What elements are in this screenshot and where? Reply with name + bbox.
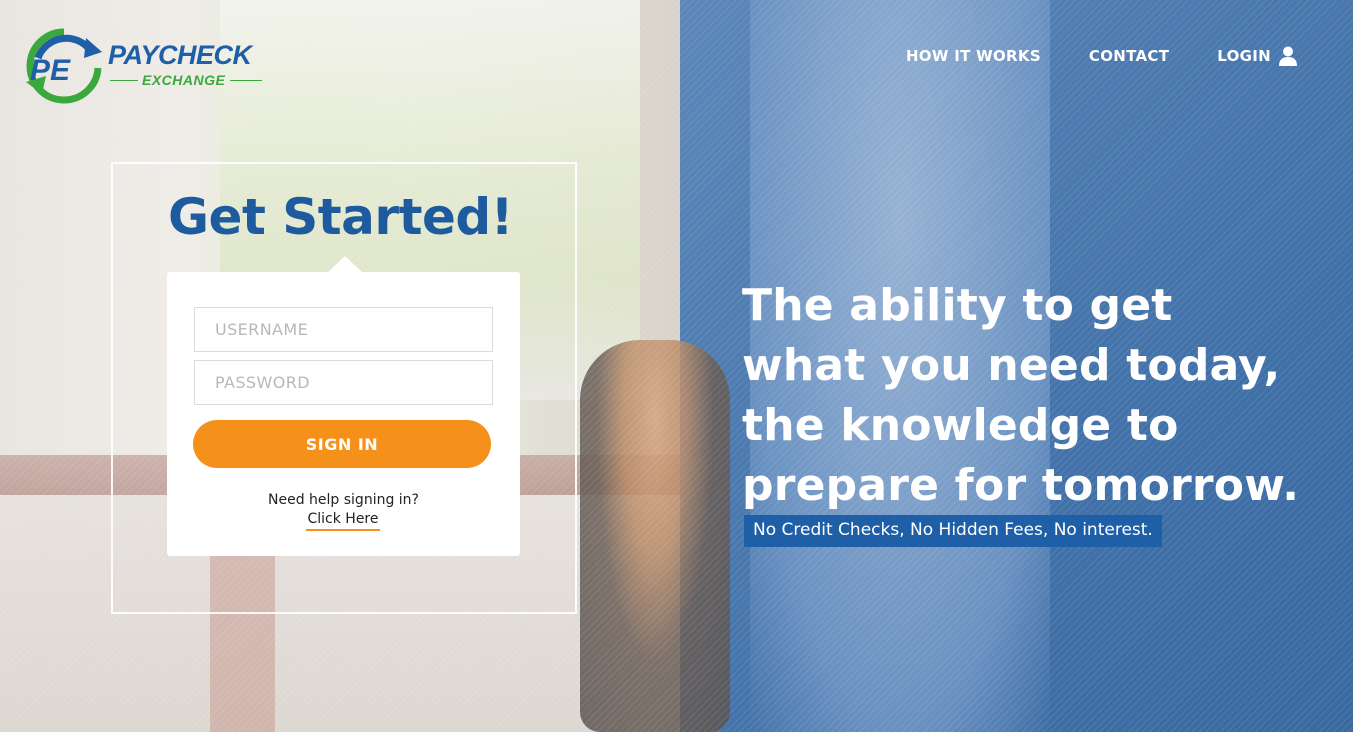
- top-nav: HOW IT WORKS CONTACT LOGIN: [906, 46, 1297, 66]
- nav-how-it-works[interactable]: HOW IT WORKS: [906, 47, 1041, 65]
- logo-mark-text: PE: [30, 54, 71, 87]
- logo-mark-icon: PE: [26, 28, 102, 104]
- background-child: [580, 340, 730, 732]
- card-notch: [327, 256, 363, 273]
- brand-logo[interactable]: PE PAYCHECK EXCHANGE: [24, 28, 274, 108]
- hero-line-1: The ability to get: [742, 280, 1173, 331]
- logo-divider-left: [110, 80, 138, 81]
- help-text: Need help signing in?: [268, 492, 419, 508]
- page-title: Get Started!: [168, 188, 513, 246]
- nav-contact[interactable]: CONTACT: [1089, 47, 1169, 65]
- hero-tagline: No Credit Checks, No Hidden Fees, No int…: [744, 515, 1162, 547]
- sign-in-button[interactable]: SIGN IN: [193, 420, 491, 468]
- brand-name-primary: PAYCHECK: [108, 40, 252, 70]
- hero-line-2: what you need today,: [742, 340, 1281, 391]
- hero-headline: The ability to get what you need today, …: [742, 276, 1342, 516]
- nav-login[interactable]: LOGIN: [1217, 46, 1297, 66]
- username-input[interactable]: [194, 307, 493, 352]
- logo-divider-right: [230, 80, 262, 81]
- password-input[interactable]: [194, 360, 493, 405]
- brand-name-secondary: EXCHANGE: [142, 72, 226, 88]
- hero-line-4: prepare for tomorrow.: [742, 460, 1300, 511]
- nav-login-label: LOGIN: [1217, 47, 1271, 65]
- nav-how-it-works-label: HOW IT WORKS: [905, 47, 1041, 65]
- nav-contact-label: CONTACT: [1088, 47, 1170, 65]
- hero-line-3: the knowledge to: [742, 400, 1179, 451]
- help-link[interactable]: Click Here: [306, 511, 380, 531]
- user-icon: [1279, 46, 1297, 66]
